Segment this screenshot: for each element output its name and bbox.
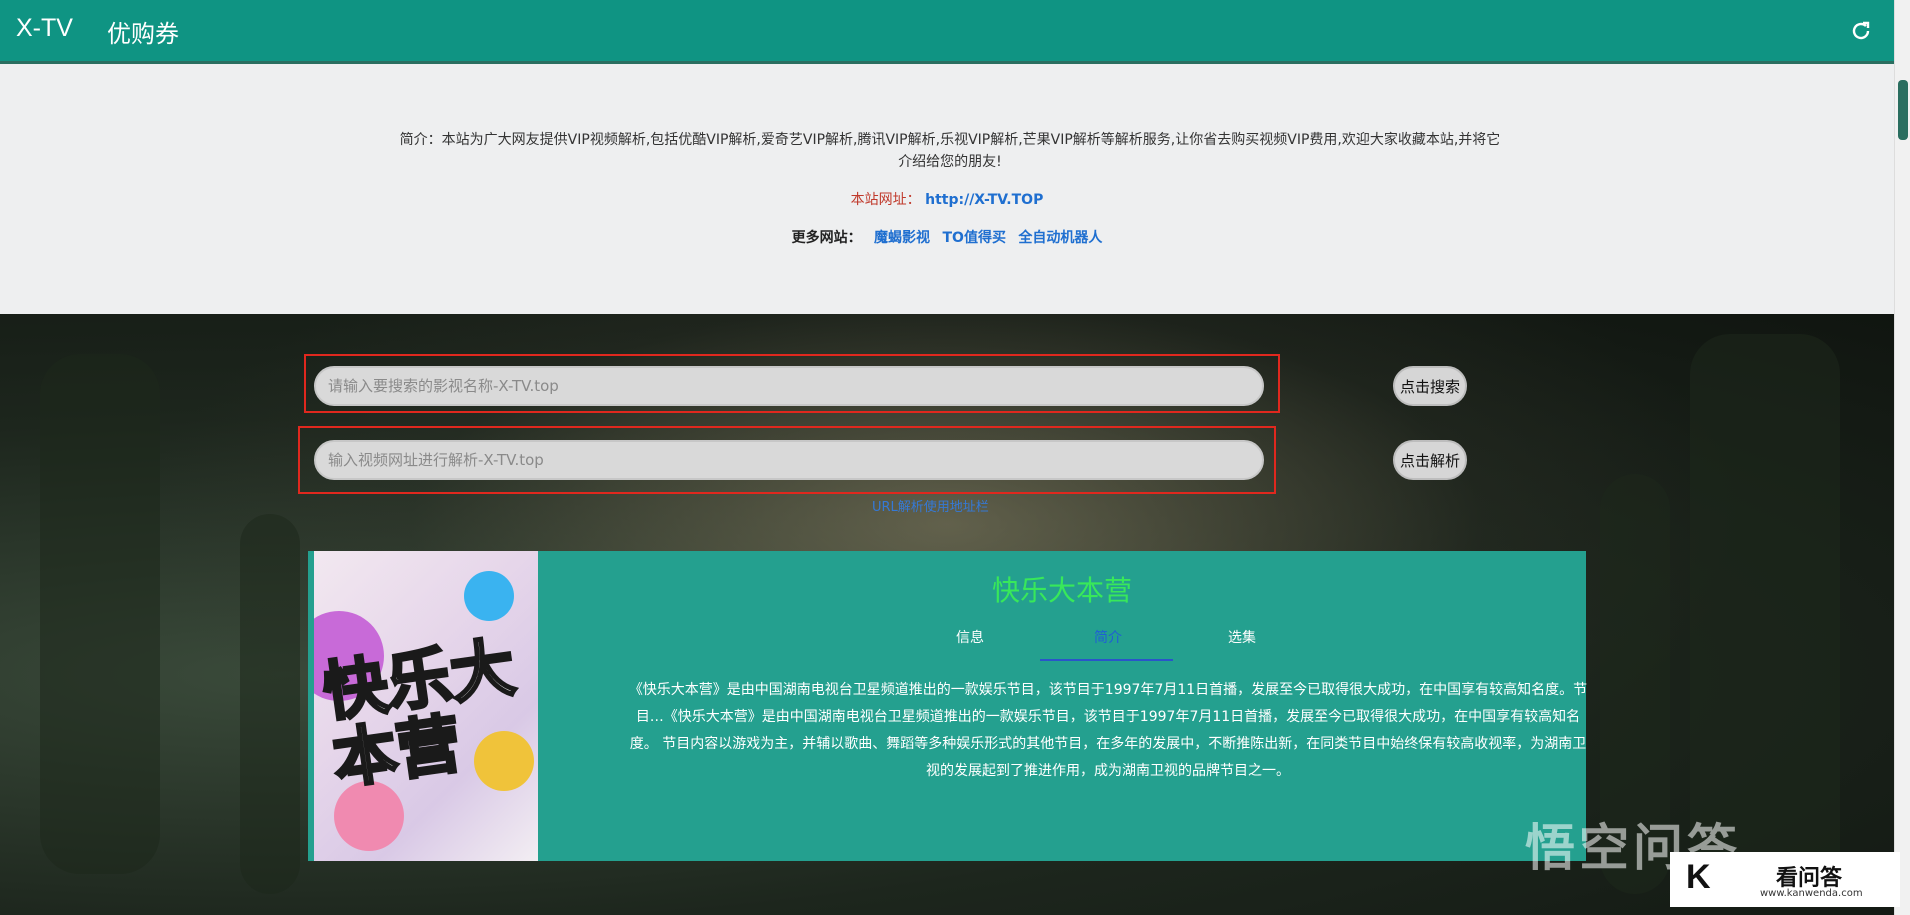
active-tab-underline — [1040, 659, 1173, 661]
page-scrollbar[interactable] — [1894, 0, 1910, 915]
scrollbar-thumb[interactable] — [1898, 80, 1908, 140]
top-nav-bar: X-TV 优购券 — [0, 0, 1894, 64]
poster-title-text: 快乐大本营 — [318, 629, 521, 799]
intro-panel: 简介：本站为广大网友提供VIP视频解析,包括优酷VIP解析,爱奇艺VIP解析,腾… — [0, 67, 1894, 314]
more-sites-label: 更多网站： — [791, 230, 862, 246]
tab-episodes[interactable]: 选集 — [1228, 627, 1256, 647]
more-site-link-to[interactable]: TO值得买 — [943, 230, 1006, 246]
site-url-label: 本站网址： — [850, 192, 921, 208]
show-poster: 快乐大本营 — [314, 551, 538, 861]
show-title: 快乐大本营 — [991, 574, 1132, 607]
tab-info[interactable]: 信息 — [956, 627, 984, 647]
more-site-link-robot[interactable]: 全自动机器人 — [1018, 230, 1102, 246]
search-input[interactable] — [314, 366, 1264, 406]
more-sites-line: 更多网站： 魔蝎影视 TO值得买 全自动机器人 — [0, 227, 1894, 247]
search-button[interactable]: 点击搜索 — [1393, 366, 1467, 406]
kanwenda-logo-url: www.kanwenda.com — [1760, 888, 1863, 899]
intro-description: 简介：本站为广大网友提供VIP视频解析,包括优酷VIP解析,爱奇艺VIP解析,腾… — [399, 132, 1501, 170]
site-url-line: 本站网址： http://X-TV.TOP — [0, 189, 1894, 209]
tab-summary[interactable]: 简介 — [1094, 627, 1122, 647]
parse-hint-link[interactable]: URL解析使用地址栏 — [872, 496, 989, 515]
parse-url-input[interactable] — [314, 440, 1264, 480]
more-site-link-moxie[interactable]: 魔蝎影视 — [874, 230, 930, 246]
show-info-card: 快乐大本营 快乐大本营 信息 简介 选集 《快乐大本营》是由中国湖南电视台卫星频… — [308, 551, 1588, 861]
brand-logo[interactable]: X-TV — [16, 14, 73, 43]
nav-coupon-link[interactable]: 优购券 — [107, 14, 179, 49]
site-url-link[interactable]: http://X-TV.TOP — [925, 192, 1043, 208]
refresh-icon[interactable] — [1849, 19, 1873, 43]
kanwenda-logo-icon: K — [1686, 858, 1711, 896]
kanwenda-watermark: K 看问答 www.kanwenda.com — [1670, 852, 1900, 907]
show-description: 《快乐大本营》是由中国湖南电视台卫星频道推出的一款娱乐节目，该节目于1997年7… — [628, 682, 1588, 779]
parse-button[interactable]: 点击解析 — [1393, 440, 1467, 480]
